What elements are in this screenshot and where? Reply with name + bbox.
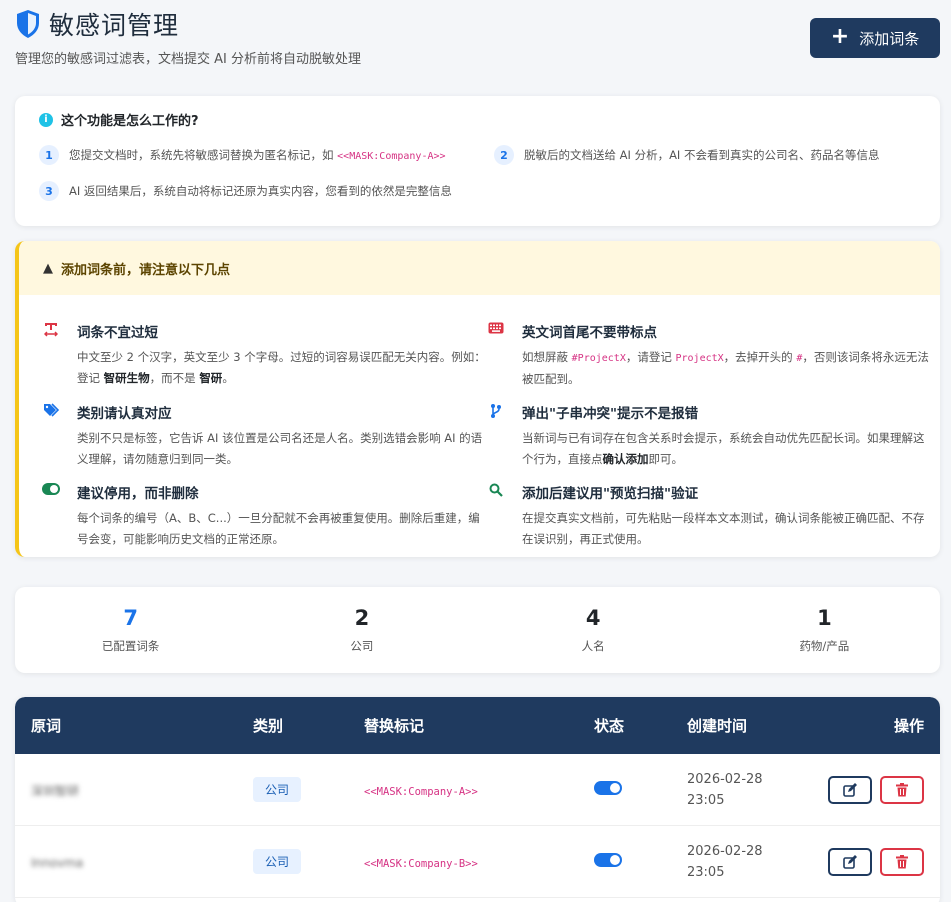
stat-value: 4 [585, 606, 601, 630]
col-header-word[interactable]: 原词 [15, 715, 253, 736]
step-item: 1 您提交文档时，系统先将敏感词替换为匿名标记，如 <<MASK:Company… [39, 145, 494, 165]
tips-grid: 词条不宜过短 中文至少 2 个汉字，英文至少 3 个字母。过短的词容易误匹配无关… [19, 295, 940, 550]
plus-icon: + [830, 24, 850, 49]
warning-heading: ▲ 添加词条前，请注意以下几点 [19, 241, 940, 295]
edit-button[interactable] [828, 775, 872, 804]
shield-icon [17, 10, 39, 38]
stat-value: 1 [817, 606, 832, 630]
add-entry-label: 添加词条 [859, 29, 920, 48]
keyboard-icon [486, 322, 506, 390]
warning-triangle-icon: ▲ [43, 260, 53, 276]
step-number: 2 [494, 145, 514, 165]
delete-button[interactable] [880, 847, 924, 876]
row-actions [815, 847, 940, 876]
text-width-icon [41, 322, 61, 390]
col-header-created[interactable]: 创建时间 [687, 715, 815, 736]
tip-title: 建议停用，而非删除 [77, 486, 199, 502]
stat-drug: 1 药物/产品 [709, 606, 940, 654]
table-header: 原词 类别 替换标记 状态 创建时间 操作 [15, 697, 940, 754]
table-row: Innovma 公司 <<MASK:Company-B>> 2026-02-28… [15, 826, 940, 898]
step-number: 3 [39, 181, 59, 201]
table-row: 深圳智研 公司 <<MASK:Company-A>> 2026-02-28 23:… [15, 754, 940, 826]
tip-body: 中文至少 2 个汉字，英文至少 3 个字母。过短的词容易误匹配无关内容。例如：登… [77, 350, 486, 385]
how-it-works-heading: i 这个功能是怎么工作的? [39, 110, 916, 129]
tip-item: 类别请认真对应 类别不只是标签，它告诉 AI 该位置是公司名还是人名。类别选错会… [41, 402, 486, 470]
steps-list: 1 您提交文档时，系统先将敏感词替换为匿名标记，如 <<MASK:Company… [39, 145, 916, 201]
edit-icon [843, 854, 857, 869]
step-number: 1 [39, 145, 59, 165]
info-icon: i [39, 112, 53, 127]
col-header-actions: 操作 [893, 717, 924, 735]
created-time: 2026-02-28 23:05 [687, 771, 763, 808]
search-icon [486, 483, 506, 550]
warning-card: ▲ 添加词条前，请注意以下几点 词条不宜过短 中文至少 2 个汉字，英文至少 3… [15, 241, 940, 557]
status-toggle[interactable] [594, 853, 622, 867]
status-toggle[interactable] [594, 781, 622, 795]
step-text: 您提交文档时，系统先将敏感词替换为匿名标记，如 <<MASK:Company-A… [69, 148, 446, 162]
tip-title: 英文词首尾不要带标点 [522, 325, 657, 341]
tip-item: 英文词首尾不要带标点 如想屏蔽 #ProjectX，请登记 ProjectX，去… [486, 321, 930, 390]
step-text: AI 返回结果后，系统自动将标记还原为真实内容，您看到的依然是完整信息 [69, 184, 452, 198]
tip-item: 弹出"子串冲突"提示不是报错 当新词与已有词存在包含关系时会提示，系统会自动优先… [486, 402, 930, 470]
code-branch-icon [486, 403, 506, 470]
created-time: 2026-02-28 23:05 [687, 843, 763, 880]
edit-icon [843, 782, 857, 797]
stat-label: 已配置词条 [101, 639, 160, 653]
tip-title: 词条不宜过短 [77, 325, 158, 341]
col-header-mask[interactable]: 替换标记 [364, 715, 594, 736]
col-header-status[interactable]: 状态 [594, 715, 687, 736]
tip-item: 添加后建议用"预览扫描"验证 在提交真实文档前，可先粘贴一段样本文本测试，确认词… [486, 482, 930, 550]
tip-title: 弹出"子串冲突"提示不是报错 [522, 406, 699, 422]
step-item: 3 AI 返回结果后，系统自动将标记还原为真实内容，您看到的依然是完整信息 [39, 181, 494, 201]
tip-body: 当新词与已有词存在包含关系时会提示，系统会自动优先匹配长词。如果理解这个行为，直… [522, 431, 925, 466]
mask-token: <<MASK:Company-B>> [364, 858, 478, 870]
how-it-works-card: i 这个功能是怎么工作的? 1 您提交文档时，系统先将敏感词替换为匿名标记，如 … [15, 96, 940, 226]
col-header-category[interactable]: 类别 [253, 715, 364, 736]
step-text: 脱敏后的文档送给 AI 分析，AI 不会看到真实的公司名、药品名等信息 [524, 148, 880, 162]
tip-body: 在提交真实文档前，可先粘贴一段样本文本测试，确认词条能被正确匹配、不存在误识别，… [522, 511, 925, 546]
how-it-works-title: 这个功能是怎么工作的? [61, 114, 199, 129]
stat-label: 药物/产品 [799, 639, 850, 653]
tip-title: 类别请认真对应 [77, 406, 172, 422]
stat-value: 2 [354, 606, 370, 630]
tags-icon [41, 403, 61, 470]
tip-item: 词条不宜过短 中文至少 2 个汉字，英文至少 3 个字母。过短的词容易误匹配无关… [41, 321, 486, 390]
stat-total: 7 已配置词条 [15, 606, 246, 654]
stat-company: 2 公司 [246, 606, 477, 654]
toggle-on-icon [41, 483, 61, 550]
tip-body: 如想屏蔽 #ProjectX，请登记 ProjectX，去掉开头的 #，否则该词… [522, 350, 929, 386]
edit-button[interactable] [828, 847, 872, 876]
title-row: 敏感词管理 [15, 6, 940, 42]
trash-icon [896, 782, 908, 796]
tip-body: 每个词条的编号（A、B、C...）一旦分配就不会再被重复使用。删除后重建，编号会… [77, 511, 480, 546]
tip-item: 建议停用，而非删除 每个词条的编号（A、B、C...）一旦分配就不会再被重复使用… [41, 482, 486, 550]
mask-example: <<MASK:Company-A>> [337, 151, 446, 162]
step-item: 2 脱敏后的文档送给 AI 分析，AI 不会看到真实的公司名、药品名等信息 [494, 145, 914, 165]
tip-body: 类别不只是标签，它告诉 AI 该位置是公司名还是人名。类别选错会影响 AI 的语… [77, 431, 483, 466]
page-subtitle: 管理您的敏感词过滤表，文档提交 AI 分析前将自动脱敏处理 [15, 52, 361, 67]
add-entry-button[interactable]: + 添加词条 [810, 18, 940, 58]
warning-title: 添加词条前，请注意以下几点 [61, 262, 231, 278]
category-badge: 公司 [253, 849, 302, 874]
stat-value: 7 [123, 606, 138, 630]
original-word: 深圳智研 [31, 784, 80, 798]
stats-card: 7 已配置词条 2 公司 4 人名 1 药物/产品 [15, 587, 940, 673]
original-word: Innovma [31, 856, 84, 870]
page-header: 敏感词管理 管理您的敏感词过滤表，文档提交 AI 分析前将自动脱敏处理 + 添加… [15, 6, 940, 68]
mask-token: <<MASK:Company-A>> [364, 786, 478, 798]
stat-label: 公司 [350, 639, 374, 653]
page-title: 敏感词管理 [49, 11, 180, 40]
category-badge: 公司 [253, 777, 302, 802]
stat-person: 4 人名 [478, 606, 709, 654]
tip-title: 添加后建议用"预览扫描"验证 [522, 486, 699, 502]
terms-table: 原词 类别 替换标记 状态 创建时间 操作 深圳智研 公司 <<MASK:Com… [15, 697, 940, 902]
row-actions [815, 775, 940, 804]
delete-button[interactable] [880, 775, 924, 804]
trash-icon [896, 854, 908, 868]
stat-label: 人名 [581, 639, 605, 653]
